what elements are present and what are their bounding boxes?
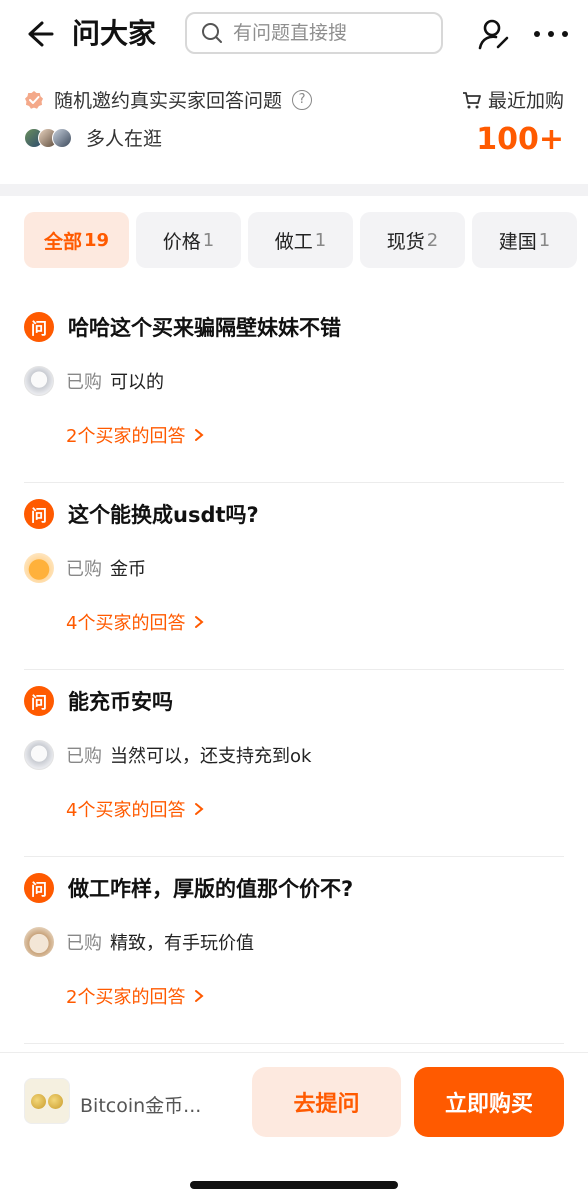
answer-text: 可以的 — [110, 372, 164, 393]
product-thumbnail[interactable] — [24, 1078, 70, 1124]
tab-workmanship[interactable]: 做工 1 — [248, 212, 353, 268]
ask-question-button[interactable]: 去提问 — [252, 1067, 401, 1137]
question-item[interactable]: 问 做工咋样，厚版的值那个价不? 已购 精致，有手玩价值 2个买家的回答 — [0, 857, 588, 1044]
coin-icon — [31, 1093, 46, 1109]
answer-text: 精致，有手玩价值 — [110, 933, 254, 954]
verified-badge-icon — [25, 90, 43, 109]
purchased-tag: 已购 — [66, 746, 102, 767]
question-row: 问 做工咋样，厚版的值那个价不? — [24, 873, 353, 903]
question-filter-tabs: 全部 19 价格 1 做工 1 现货 2 建国 1 — [24, 212, 588, 268]
help-icon[interactable]: ? — [292, 89, 313, 110]
more-answers-link[interactable]: 4个买家的回答 — [66, 609, 205, 635]
question-list: 问 哈哈这个买来骗隔壁妹妹不错 已购 可以的 2个买家的回答 问 这个能换成us… — [0, 296, 588, 1044]
coin-icon — [48, 1093, 63, 1109]
question-text: 能充币安吗 — [68, 690, 173, 714]
question-row: 问 这个能换成usdt吗? — [24, 499, 259, 529]
top-nav-bar: 问大家 — [0, 0, 588, 70]
answer-row: 已购 精致，有手玩价值 — [24, 927, 254, 957]
question-text: 这个能换成usdt吗? — [68, 503, 259, 527]
search-icon — [202, 23, 222, 43]
answer-row: 已购 金币 — [24, 553, 146, 583]
question-badge-icon: 问 — [24, 686, 54, 716]
tab-in-stock[interactable]: 现货 2 — [360, 212, 465, 268]
question-item[interactable]: 问 哈哈这个买来骗隔壁妹妹不错 已购 可以的 2个买家的回答 — [0, 296, 588, 483]
section-divider — [0, 184, 588, 196]
tab-jianguo[interactable]: 建国 1 — [472, 212, 577, 268]
tab-all[interactable]: 全部 19 — [24, 212, 129, 268]
recent-cart-label: 最近加购 — [462, 86, 564, 113]
back-arrow-icon[interactable] — [22, 18, 54, 50]
recent-cart-count: 100+ — [476, 122, 564, 157]
home-indicator — [190, 1181, 398, 1189]
avatar — [24, 553, 54, 583]
ask-info-section: 随机邀约真实买家回答问题 ? 多人在逛 最近加购 100+ — [0, 78, 588, 184]
avatar — [24, 927, 54, 957]
purchased-tag: 已购 — [66, 372, 102, 393]
question-badge-icon: 问 — [24, 499, 54, 529]
answer-row: 已购 当然可以，还支持充到ok — [24, 740, 311, 770]
question-text: 做工咋样，厚版的值那个价不? — [68, 877, 354, 901]
tab-price[interactable]: 价格 1 — [136, 212, 241, 268]
invite-row: 随机邀约真实买家回答问题 ? — [24, 86, 313, 113]
product-name[interactable]: Bitcoin金币... — [80, 1091, 201, 1118]
question-text: 哈哈这个买来骗隔壁妹妹不错 — [68, 316, 341, 340]
question-badge-icon: 问 — [24, 312, 54, 342]
purchased-tag: 已购 — [66, 933, 102, 954]
chevron-right-icon — [195, 990, 205, 1002]
recent-cart-text: 最近加购 — [487, 90, 564, 112]
browse-row: 多人在逛 — [24, 124, 162, 151]
question-row: 问 哈哈这个买来骗隔壁妹妹不错 — [24, 312, 341, 342]
browsing-avatars — [24, 127, 72, 148]
question-row: 问 能充币安吗 — [24, 686, 173, 716]
user-edit-icon[interactable] — [476, 16, 512, 52]
question-item[interactable]: 问 能充币安吗 已购 当然可以，还支持充到ok 4个买家的回答 — [0, 670, 588, 857]
answer-text: 当然可以，还支持充到ok — [110, 746, 312, 767]
answer-text: 金币 — [110, 559, 146, 580]
more-answers-link[interactable]: 2个买家的回答 — [66, 983, 205, 1009]
chevron-right-icon — [195, 429, 205, 441]
search-input[interactable] — [233, 22, 423, 44]
browse-text: 多人在逛 — [86, 128, 163, 150]
divider — [24, 1043, 564, 1044]
more-answers-link[interactable]: 4个买家的回答 — [66, 796, 205, 822]
cart-icon — [462, 91, 481, 108]
invite-text: 随机邀约真实买家回答问题 — [54, 90, 283, 112]
bottom-action-bar: Bitcoin金币... 去提问 立即购买 — [0, 1052, 588, 1200]
avatar — [24, 740, 54, 770]
purchased-tag: 已购 — [66, 559, 102, 580]
avatar — [24, 366, 54, 396]
search-box[interactable] — [185, 12, 443, 54]
question-badge-icon: 问 — [24, 873, 54, 903]
answer-row: 已购 可以的 — [24, 366, 164, 396]
question-item[interactable]: 问 这个能换成usdt吗? 已购 金币 4个买家的回答 — [0, 483, 588, 670]
buy-now-button[interactable]: 立即购买 — [414, 1067, 564, 1137]
chevron-right-icon — [195, 803, 205, 815]
avatar — [52, 127, 72, 148]
page-title: 问大家 — [72, 17, 157, 50]
more-answers-link[interactable]: 2个买家的回答 — [66, 422, 205, 448]
more-options-icon[interactable] — [534, 22, 568, 46]
chevron-right-icon — [195, 616, 205, 628]
